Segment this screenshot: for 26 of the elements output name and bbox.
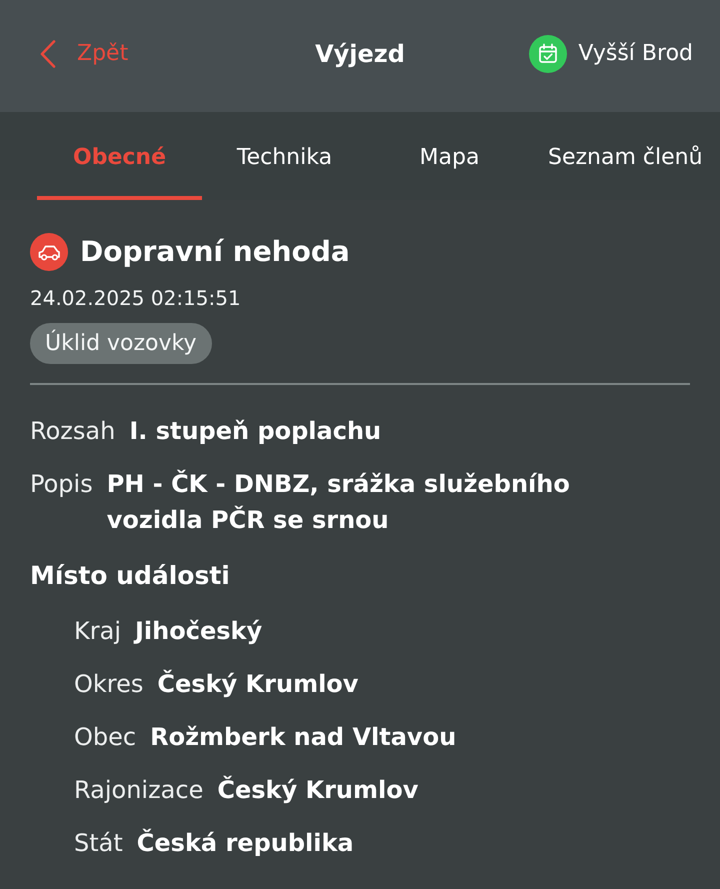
field-value: PH - ČK - DNBZ, srážka služebního vozidla PČR se srnou <box>106 468 571 536</box>
tab[interactable]: Technika <box>202 112 367 200</box>
tab[interactable]: Mapa <box>367 112 532 200</box>
category-tag: Úklid vozovky <box>30 323 212 364</box>
field-value: Jihočeský <box>134 616 262 647</box>
field-value: Rožmberk nad Vltavou <box>150 722 456 753</box>
field-label: Obec <box>74 722 136 753</box>
tab[interactable]: Seznam členů <box>532 112 719 200</box>
field-label: Kraj <box>74 616 121 647</box>
screen-title: Výjezd <box>315 39 405 70</box>
field-value: Česká republika <box>136 828 354 859</box>
field-label: Stát <box>74 828 123 859</box>
incident-datetime: 24.02.2025 02:15:51 <box>30 285 241 312</box>
unit-name: Vyšší Brod <box>578 40 693 68</box>
field-label: Rajonizace <box>74 775 204 806</box>
field-value: I. stupeň poplachu <box>129 416 382 447</box>
field-label: Rozsah <box>30 416 116 447</box>
calendar-check-icon <box>529 35 568 73</box>
chevron-left-icon <box>40 40 56 68</box>
field-label: Okres <box>74 669 144 700</box>
car-icon <box>30 233 68 271</box>
section-heading: Místo události <box>30 560 230 592</box>
incident-type: Dopravní nehoda <box>80 234 350 270</box>
field-label: Popis <box>30 469 93 500</box>
field-value: Český Krumlov <box>217 774 418 806</box>
field-value: Český Krumlov <box>157 668 358 700</box>
